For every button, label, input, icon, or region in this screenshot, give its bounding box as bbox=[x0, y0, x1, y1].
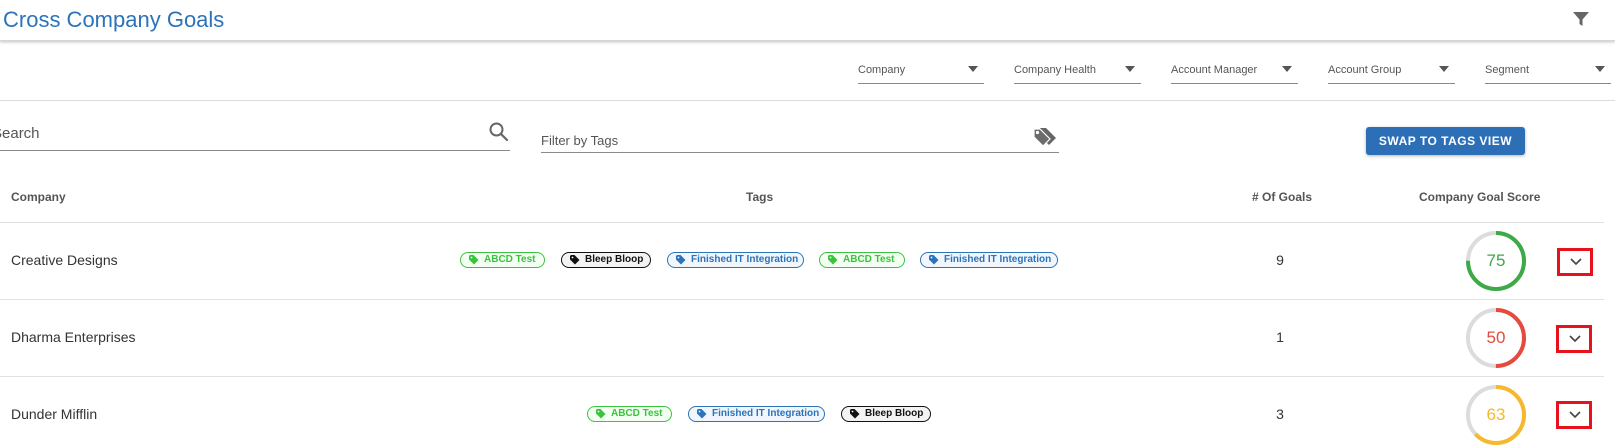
column-header-goals[interactable]: # Of Goals bbox=[1252, 190, 1312, 204]
tag-chip[interactable]: ABCD Test bbox=[819, 252, 905, 268]
tag-label: ABCD Test bbox=[611, 408, 663, 419]
caret-down-icon bbox=[1282, 66, 1292, 72]
goal-score-value: 63 bbox=[1486, 405, 1506, 424]
tag-label: Finished IT Integration bbox=[712, 408, 820, 419]
caret-down-icon bbox=[1439, 66, 1449, 72]
search-box bbox=[0, 117, 510, 151]
segment-filter-dropdown[interactable]: Segment bbox=[1485, 58, 1611, 84]
tag-chip[interactable]: Finished IT Integration bbox=[667, 252, 804, 268]
chevron-down-icon bbox=[1570, 258, 1582, 266]
segment-filter-label: Segment bbox=[1485, 64, 1530, 76]
company-filter-dropdown[interactable]: Company bbox=[858, 58, 984, 84]
search-icon[interactable] bbox=[488, 121, 510, 143]
tag-icon bbox=[570, 255, 580, 265]
tag-icon bbox=[697, 409, 707, 419]
company-name[interactable]: Dharma Enterprises bbox=[11, 329, 136, 345]
company-name[interactable]: Dunder Mifflin bbox=[11, 406, 97, 422]
page-title: Cross Company Goals bbox=[3, 7, 225, 32]
expand-row-button[interactable] bbox=[1556, 401, 1592, 429]
company-health-filter-dropdown[interactable]: Company Health bbox=[1014, 58, 1141, 84]
column-header-company[interactable]: Company bbox=[11, 190, 66, 204]
tag-chip[interactable]: ABCD Test bbox=[587, 406, 672, 422]
tag-filter-box bbox=[541, 124, 1059, 153]
account-group-filter-label: Account Group bbox=[1328, 64, 1402, 76]
goals-count: 3 bbox=[1276, 406, 1284, 422]
column-header-tags[interactable]: Tags bbox=[746, 190, 773, 204]
caret-down-icon bbox=[968, 66, 978, 72]
account-manager-filter-dropdown[interactable]: Account Manager bbox=[1171, 58, 1298, 84]
expand-row-button[interactable] bbox=[1556, 325, 1592, 353]
tag-icon bbox=[596, 409, 606, 419]
goal-score-ring: 75 bbox=[1465, 230, 1527, 292]
tag-label: ABCD Test bbox=[484, 254, 536, 265]
company-filter-label: Company bbox=[858, 64, 906, 76]
tag-label: Bleep Bloop bbox=[865, 408, 924, 419]
swap-to-tags-view-button[interactable]: SWAP TO TAGS VIEW bbox=[1366, 127, 1525, 155]
caret-down-icon bbox=[1595, 66, 1605, 72]
caret-down-icon bbox=[1125, 66, 1135, 72]
chevron-down-icon bbox=[1569, 335, 1581, 343]
tag-icon bbox=[929, 255, 939, 265]
app-header: Cross Company Goals bbox=[0, 0, 1615, 41]
table-divider bbox=[0, 376, 1604, 377]
chevron-down-icon bbox=[1569, 411, 1581, 419]
goal-score-value: 50 bbox=[1486, 328, 1506, 347]
column-header-score[interactable]: Company Goal Score bbox=[1419, 190, 1540, 204]
company-health-filter-label: Company Health bbox=[1014, 64, 1096, 76]
goals-count: 1 bbox=[1276, 329, 1284, 345]
tag-icon bbox=[850, 409, 860, 419]
tag-label: Bleep Bloop bbox=[585, 254, 644, 265]
tag-icon bbox=[828, 255, 838, 265]
company-name[interactable]: Creative Designs bbox=[11, 252, 118, 268]
tag-label: ABCD Test bbox=[843, 254, 895, 265]
tag-label: Finished IT Integration bbox=[691, 254, 799, 265]
tag-chip[interactable]: Finished IT Integration bbox=[688, 406, 825, 422]
account-manager-filter-label: Account Manager bbox=[1171, 64, 1258, 76]
tag-icon bbox=[676, 255, 686, 265]
goal-score-value: 75 bbox=[1486, 251, 1506, 270]
tag-filter-input[interactable] bbox=[541, 130, 1011, 150]
goal-score-ring: 63 bbox=[1465, 384, 1527, 446]
tags-icon[interactable] bbox=[1032, 126, 1058, 148]
tag-chip[interactable]: ABCD Test bbox=[460, 252, 545, 268]
tag-chip[interactable]: Bleep Bloop bbox=[561, 252, 651, 268]
expand-row-button[interactable] bbox=[1557, 248, 1593, 276]
tag-icon bbox=[469, 255, 479, 265]
search-input[interactable] bbox=[0, 121, 470, 145]
table-divider bbox=[0, 299, 1604, 300]
tag-chip[interactable]: Bleep Bloop bbox=[841, 406, 931, 422]
table-divider bbox=[0, 222, 1604, 223]
goals-count: 9 bbox=[1276, 252, 1284, 268]
goal-score-ring: 50 bbox=[1465, 307, 1527, 369]
tag-chip[interactable]: Finished IT Integration bbox=[920, 252, 1058, 268]
filter-icon[interactable] bbox=[1571, 9, 1591, 29]
account-group-filter-dropdown[interactable]: Account Group bbox=[1328, 58, 1455, 84]
tag-label: Finished IT Integration bbox=[944, 254, 1052, 265]
